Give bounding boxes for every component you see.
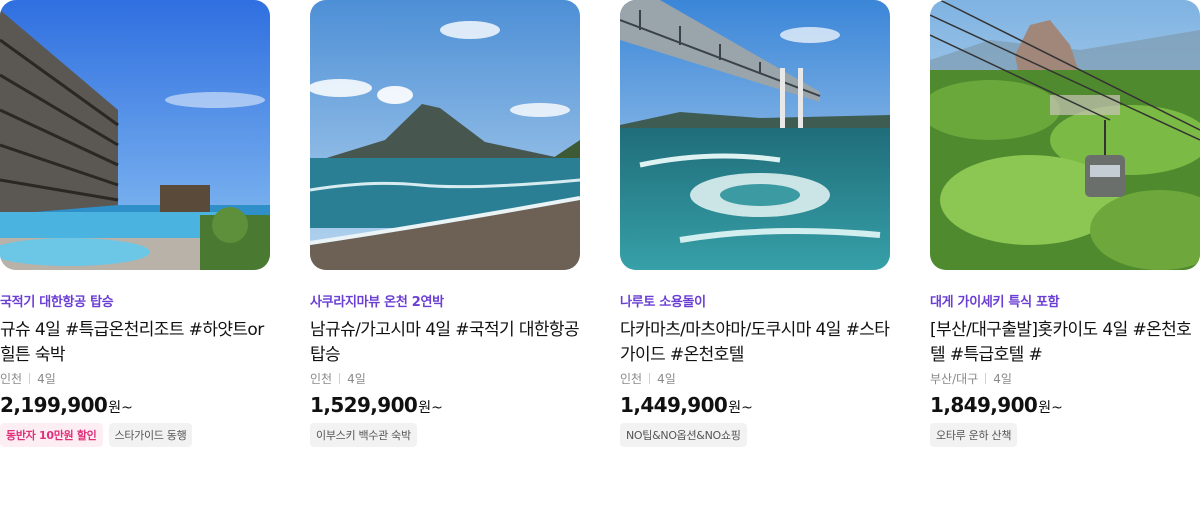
product-title[interactable]: [부산/대구출발]홋카이도 4일 #온천호텔 #특급호텔 #	[930, 318, 1200, 368]
product-card-3[interactable]: 나루토 소용돌이 다카마츠/마츠야마/도쿠시마 4일 #스타가이드 #온천호텔 …	[620, 0, 890, 447]
product-title[interactable]: 규슈 4일 #특급온천리조트 #하얏트or힐튼 숙박	[0, 318, 270, 368]
price-unit: 원~	[418, 400, 443, 416]
product-price: 1,449,900 원~	[620, 393, 890, 417]
price-unit: 원~	[108, 400, 133, 416]
badge-list: 오타루 운하 산책	[930, 423, 1200, 447]
ropeway-forest-photo	[930, 0, 1200, 270]
price-amount: 1,529,900	[310, 393, 418, 417]
departure-city: 인천	[620, 372, 643, 386]
trip-duration: 4일	[657, 372, 676, 386]
product-tagline: 사쿠라지마뷰 온천 2연박	[310, 295, 444, 310]
product-meta: 인천 4일	[310, 370, 580, 387]
trip-duration: 4일	[37, 372, 56, 386]
badge-list: 이부스키 백수관 숙박	[310, 423, 580, 447]
departure-city: 부산/대구	[930, 372, 979, 386]
product-meta: 인천 4일	[0, 370, 270, 387]
trip-duration: 4일	[993, 372, 1012, 386]
product-tagline: 대게 가이세키 특식 포함	[930, 295, 1060, 310]
divider	[649, 373, 651, 384]
trip-duration: 4일	[347, 372, 366, 386]
product-card-4[interactable]: 대게 가이세키 특식 포함 [부산/대구출발]홋카이도 4일 #온천호텔 #특급…	[930, 0, 1200, 447]
resort-pool-photo	[0, 0, 270, 270]
product-card-2[interactable]: 사쿠라지마뷰 온천 2연박 남규슈/가고시마 4일 #국적기 대한항공 탑승 인…	[310, 0, 580, 447]
price-amount: 1,849,900	[930, 393, 1038, 417]
product-meta: 부산/대구 4일	[930, 370, 1200, 387]
product-price: 1,849,900 원~	[930, 393, 1200, 417]
product-card-1[interactable]: 국적기 대한항공 탑승 규슈 4일 #특급온천리조트 #하얏트or힐튼 숙박 인…	[0, 0, 270, 447]
bridge-whirlpool-photo	[620, 0, 890, 270]
divider	[985, 373, 987, 384]
divider	[29, 373, 31, 384]
product-title[interactable]: 다카마츠/마츠야마/도쿠시마 4일 #스타가이드 #온천호텔	[620, 318, 890, 368]
departure-city: 인천	[310, 372, 333, 386]
product-image[interactable]	[0, 0, 270, 270]
product-image[interactable]	[620, 0, 890, 270]
discount-badge: 동반자 10만원 할인	[0, 423, 103, 447]
feature-badge: 오타루 운하 산책	[930, 423, 1018, 447]
product-price: 2,199,900 원~	[0, 393, 270, 417]
product-image[interactable]	[310, 0, 580, 270]
product-price: 1,529,900 원~	[310, 393, 580, 417]
product-tagline: 국적기 대한항공 탑승	[0, 295, 114, 310]
feature-badge: 이부스키 백수관 숙박	[310, 423, 417, 447]
feature-badge: 스타가이드 동행	[108, 423, 193, 447]
price-unit: 원~	[728, 400, 753, 416]
product-tagline: 나루토 소용돌이	[620, 295, 706, 310]
badge-list: NO팁&NO옵션&NO쇼핑	[620, 423, 890, 447]
divider	[339, 373, 341, 384]
price-amount: 1,449,900	[620, 393, 728, 417]
badge-list: 동반자 10만원 할인 스타가이드 동행	[0, 423, 270, 447]
departure-city: 인천	[0, 372, 23, 386]
product-title[interactable]: 남규슈/가고시마 4일 #국적기 대한항공 탑승	[310, 318, 580, 368]
feature-badge: NO팁&NO옵션&NO쇼핑	[620, 423, 747, 447]
product-image[interactable]	[930, 0, 1200, 270]
product-meta: 인천 4일	[620, 370, 890, 387]
volcano-beach-photo	[310, 0, 580, 270]
price-unit: 원~	[1038, 400, 1063, 416]
price-amount: 2,199,900	[0, 393, 108, 417]
